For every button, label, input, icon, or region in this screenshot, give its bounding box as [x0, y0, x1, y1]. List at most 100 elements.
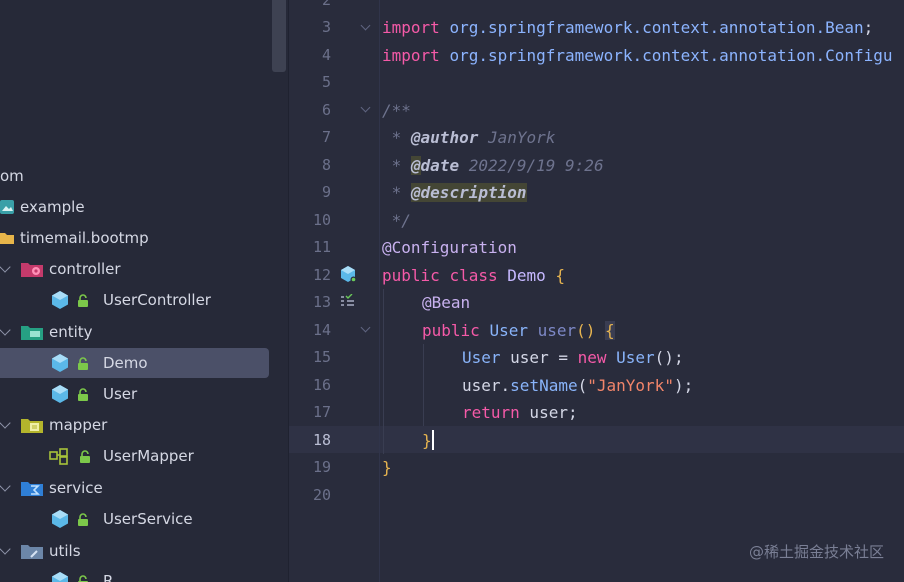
tree-item-label: User [103, 385, 138, 403]
image-package-icon [0, 200, 14, 214]
lock-icon [80, 450, 90, 463]
class-icon [52, 354, 68, 372]
javadoc-tag: @author [410, 128, 479, 147]
keyword: public [422, 321, 480, 340]
code-line-11: @Configuration [382, 238, 517, 257]
current-line-highlight [289, 426, 904, 453]
tree-item-label: entity [49, 323, 93, 341]
lock-icon [78, 575, 88, 582]
gutter-separator [379, 0, 380, 582]
type-name: User [616, 348, 655, 367]
package-name: org.springframework.context.annotation.B… [449, 18, 864, 37]
type-name: User [462, 348, 501, 367]
code-line-6: /** [382, 101, 411, 120]
code-editor[interactable]: 2 3 4 5 6 7 8 9 10 11 12 13 14 15 16 17 … [289, 0, 904, 582]
code-line-7: * @author JanYork [382, 124, 556, 151]
fold-marker-icon[interactable] [360, 102, 371, 113]
fold-marker-icon[interactable] [360, 20, 371, 31]
chevron-down-icon[interactable] [0, 417, 11, 429]
code-text: user = [500, 348, 578, 367]
mapper-folder-icon [21, 419, 43, 433]
code-line-19: } [382, 458, 392, 477]
code-line-10: */ [382, 211, 411, 230]
line-number: 6 [321, 101, 331, 119]
tree-scrollbar[interactable] [272, 0, 286, 72]
tree-item-label: service [49, 479, 103, 497]
tree-item-label: R [103, 572, 114, 582]
lock-icon [78, 513, 88, 526]
entity-folder-icon [21, 326, 43, 340]
code-line-8: * @date 2022/9/19 9:26 [382, 152, 604, 179]
tree-item-label: Demo [103, 354, 148, 372]
chevron-down-icon[interactable] [0, 480, 11, 492]
tree-item-label: mapper [49, 416, 108, 434]
line-number: 11 [312, 238, 331, 256]
tree-item-label: UserMapper [103, 447, 194, 465]
lock-icon [78, 357, 88, 370]
tree-item-label: example [20, 198, 85, 216]
chevron-down-icon[interactable] [0, 543, 11, 555]
tree-item-demo-selected[interactable]: Demo [0, 348, 269, 378]
tree-item-label: om [0, 167, 24, 185]
tree-item-label: utils [49, 542, 81, 560]
javadoc-tag: date [420, 156, 460, 175]
method-call: setName [510, 376, 578, 395]
line-number: 10 [312, 211, 331, 229]
line-number: 16 [312, 376, 331, 394]
class-icon [52, 385, 68, 403]
line-number-current: 18 [312, 431, 331, 449]
code-line-17: return user; [462, 399, 578, 426]
code-text: user; [519, 403, 578, 422]
tree-item-label: timemail.bootmp [20, 229, 149, 247]
package-name: org.springframework.context.annotation.C… [449, 46, 893, 65]
lock-icon [78, 388, 88, 401]
code-line-16: user.setName("JanYork"); [462, 372, 693, 399]
line-number: 14 [312, 321, 331, 339]
code-text: ); [673, 376, 694, 395]
line-number: 5 [321, 73, 331, 91]
fold-marker-icon[interactable] [360, 322, 371, 333]
interface-icon [49, 448, 68, 465]
chevron-down-icon[interactable] [0, 324, 11, 336]
code-line-14: public User user() { [422, 317, 615, 344]
lock-icon [78, 294, 88, 307]
line-number: 12 [312, 266, 331, 284]
comment-star: * [382, 156, 411, 175]
code-text: (); [654, 348, 684, 367]
folder-icon [0, 233, 14, 244]
punctuation: ; [863, 18, 874, 37]
tree-item-label: UserService [103, 510, 193, 528]
comment-star: * [382, 128, 411, 147]
project-tree: om example timemail.bootmp controller Us… [0, 0, 289, 582]
code-line-13: @Bean [422, 293, 471, 312]
line-number: 17 [312, 403, 331, 421]
line-number: 20 [312, 486, 331, 504]
line-number: 7 [321, 128, 331, 146]
javadoc-tag-at: @ [410, 156, 421, 175]
bean-method-gutter-icon[interactable] [340, 294, 356, 310]
text-caret [432, 430, 434, 450]
keyword: import [382, 18, 440, 37]
code-line-9: * @description [382, 179, 527, 206]
keyword: class [449, 266, 498, 285]
chevron-down-icon[interactable] [0, 261, 11, 273]
controller-folder-icon [21, 263, 43, 277]
brace: { [555, 266, 566, 285]
line-number: 9 [321, 183, 331, 201]
tree-item-label: UserController [103, 291, 211, 309]
method-name: user [537, 321, 577, 340]
keyword: public [382, 266, 440, 285]
spring-bean-gutter-icon[interactable] [340, 265, 358, 284]
watermark: @稀土掘金技术社区 [748, 543, 884, 561]
line-number: 3 [321, 18, 331, 36]
code-line-12: public class Demo { [382, 262, 565, 289]
line-number: 19 [312, 458, 331, 476]
class-icon [52, 291, 68, 309]
code-line-4: import org.springframework.context.annot… [382, 42, 893, 69]
line-number: 8 [321, 156, 331, 174]
code-text: ( [577, 376, 588, 395]
code-line-3: import org.springframework.context.annot… [382, 14, 873, 41]
utils-folder-icon [21, 545, 43, 559]
brace-matched: { [605, 321, 615, 340]
tree-item-label: controller [49, 260, 121, 278]
